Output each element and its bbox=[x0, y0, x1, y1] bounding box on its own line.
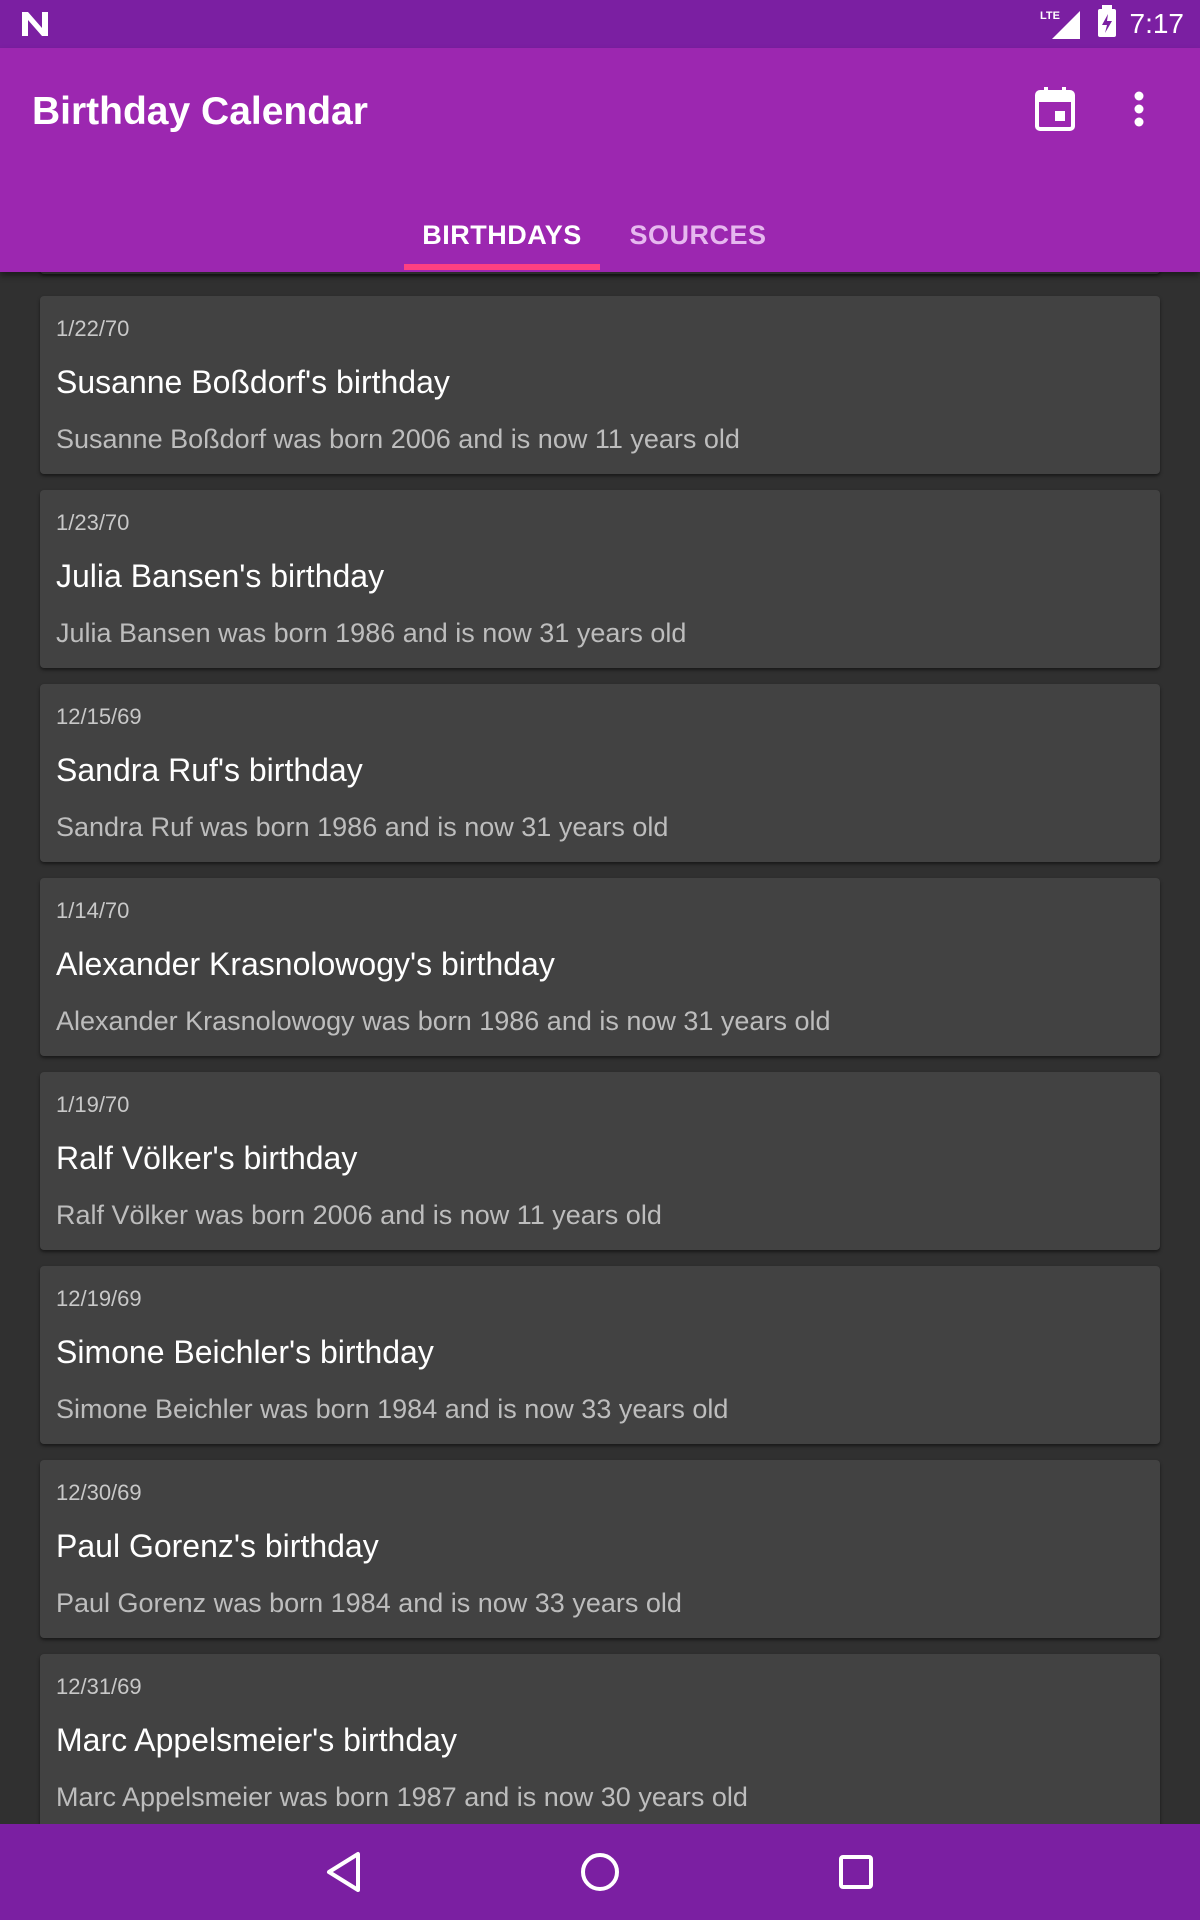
navigation-bar bbox=[0, 1824, 1200, 1920]
event-title: Alexander Krasnolowogy's birthday bbox=[56, 946, 555, 982]
svg-text:LTE: LTE bbox=[1040, 10, 1060, 22]
battery-charging-icon bbox=[1096, 4, 1118, 44]
event-date: 1/19/70 bbox=[56, 1092, 130, 1117]
home-icon bbox=[581, 1853, 619, 1891]
event-date: 12/30/69 bbox=[56, 1480, 142, 1505]
list-item[interactable]: 12/30/69 Paul Gorenz's birthday Paul Gor… bbox=[40, 1460, 1160, 1638]
event-description: Julia Bansen was born 1986 and is now 31… bbox=[56, 618, 687, 648]
tab-indicator bbox=[404, 264, 600, 270]
recents-icon bbox=[839, 1855, 873, 1889]
list-item[interactable]: 1/22/70 Susanne Boßdorf's birthday Susan… bbox=[40, 296, 1160, 474]
calendar-icon bbox=[1035, 87, 1075, 131]
app-title: Birthday Calendar bbox=[32, 90, 368, 133]
list-item[interactable]: 12/19/69 Simone Beichler's birthday Simo… bbox=[40, 1266, 1160, 1444]
tab-sources[interactable]: SOURCES bbox=[612, 198, 784, 272]
event-title: Simone Beichler's birthday bbox=[56, 1334, 434, 1370]
status-bar: LTE 7:17 bbox=[0, 0, 1200, 48]
event-title: Sandra Ruf's birthday bbox=[56, 752, 363, 788]
calendar-button[interactable] bbox=[1028, 82, 1082, 136]
event-description: Paul Gorenz was born 1984 and is now 33 … bbox=[56, 1588, 682, 1618]
birthday-list[interactable]: 1/22/70 Susanne Boßdorf's birthday Susan… bbox=[0, 272, 1200, 1824]
overflow-menu-button[interactable] bbox=[1112, 82, 1166, 136]
event-date: 12/15/69 bbox=[56, 704, 142, 729]
list-item-partial[interactable] bbox=[40, 272, 1160, 274]
event-description: Marc Appelsmeier was born 1987 and is no… bbox=[56, 1782, 748, 1812]
more-vert-icon bbox=[1134, 91, 1144, 127]
event-description: Ralf Völker was born 2006 and is now 11 … bbox=[56, 1200, 662, 1230]
event-title: Ralf Völker's birthday bbox=[56, 1140, 358, 1176]
tab-birthdays[interactable]: BIRTHDAYS bbox=[404, 198, 600, 272]
event-description: Susanne Boßdorf was born 2006 and is now… bbox=[56, 424, 740, 454]
event-title: Marc Appelsmeier's birthday bbox=[56, 1722, 457, 1758]
status-time: 7:17 bbox=[1129, 8, 1185, 39]
event-description: Simone Beichler was born 1984 and is now… bbox=[56, 1394, 729, 1424]
event-description: Sandra Ruf was born 1986 and is now 31 y… bbox=[56, 812, 669, 842]
event-date: 1/22/70 bbox=[56, 316, 130, 341]
event-date: 1/23/70 bbox=[56, 510, 130, 535]
event-title: Paul Gorenz's birthday bbox=[56, 1528, 379, 1564]
event-date: 12/19/69 bbox=[56, 1286, 142, 1311]
list-item[interactable]: 1/19/70 Ralf Völker's birthday Ralf Völk… bbox=[40, 1072, 1160, 1250]
recents-button[interactable] bbox=[826, 1842, 886, 1902]
list-item[interactable]: 12/31/69 Marc Appelsmeier's birthday Mar… bbox=[40, 1654, 1160, 1824]
event-date: 12/31/69 bbox=[56, 1674, 142, 1699]
event-title: Susanne Boßdorf's birthday bbox=[56, 364, 450, 400]
list-item[interactable]: 1/23/70 Julia Bansen's birthday Julia Ba… bbox=[40, 490, 1160, 668]
app-bar: Birthday Calendar BIRTHDAYS SOURCES bbox=[0, 48, 1200, 272]
list-item[interactable]: 1/14/70 Alexander Krasnolowogy's birthda… bbox=[40, 878, 1160, 1056]
home-button[interactable] bbox=[570, 1842, 630, 1902]
back-button[interactable] bbox=[314, 1842, 374, 1902]
lte-signal-icon: LTE bbox=[1040, 7, 1084, 41]
event-title: Julia Bansen's birthday bbox=[56, 558, 385, 594]
notification-n-icon bbox=[20, 10, 50, 43]
back-icon bbox=[327, 1852, 360, 1892]
event-date: 1/14/70 bbox=[56, 898, 130, 923]
event-description: Alexander Krasnolowogy was born 1986 and… bbox=[56, 1006, 831, 1036]
list-item[interactable]: 12/15/69 Sandra Ruf's birthday Sandra Ru… bbox=[40, 684, 1160, 862]
